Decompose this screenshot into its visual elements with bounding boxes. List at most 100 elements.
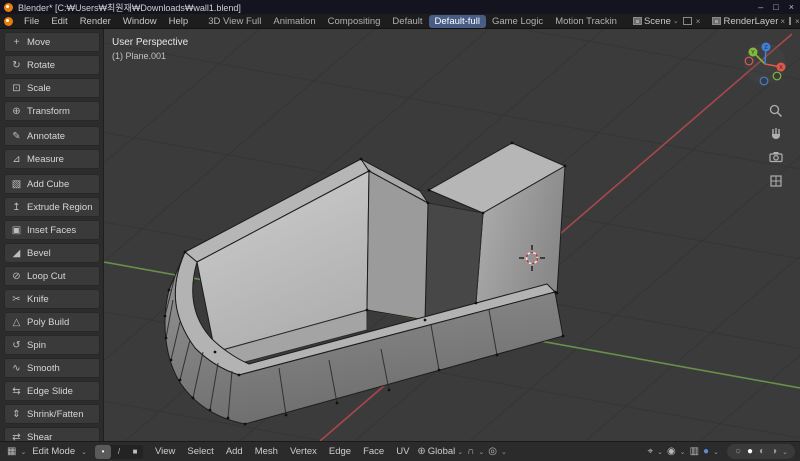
remove-layer-icon[interactable]: × bbox=[778, 17, 787, 26]
maximize-button[interactable]: □ bbox=[773, 2, 778, 12]
editor-type-icon[interactable]: ▦ bbox=[5, 446, 18, 457]
tool-measure[interactable]: ⊿ Measure bbox=[4, 149, 100, 169]
shading-rendered-button[interactable]: ◑ bbox=[768, 446, 780, 457]
menu-uv[interactable]: UV bbox=[390, 446, 415, 457]
gizmo-z-neg bbox=[759, 76, 769, 86]
tool-extrude-region[interactable]: ↥ Extrude Region bbox=[4, 197, 100, 217]
edge-slide-icon: ⇆ bbox=[12, 385, 21, 397]
workspace-tab-default[interactable]: Default bbox=[386, 15, 428, 28]
tool-inset-faces[interactable]: ▣ Inset Faces bbox=[4, 220, 100, 240]
title-bar: Blender* [C:₩Users₩최원재₩Downloads₩wall1.b… bbox=[0, 0, 800, 14]
tool-edge-slide[interactable]: ⇆ Edge Slide bbox=[4, 381, 100, 401]
chevron-down-icon[interactable]: ⌄ bbox=[455, 448, 465, 456]
menu-window[interactable]: Window bbox=[117, 15, 163, 28]
tool-bevel[interactable]: ◢ Bevel bbox=[4, 243, 100, 263]
tool-shrink-fatten[interactable]: ⇕ Shrink/Fatten bbox=[4, 404, 100, 424]
gizmos-toggle-icon[interactable]: ⌖ bbox=[645, 446, 655, 457]
tool-label: Scale bbox=[27, 82, 51, 94]
new-window-icon[interactable] bbox=[789, 17, 792, 25]
tool-add-cube[interactable]: ▧ Add Cube bbox=[4, 174, 100, 194]
new-scene-icon[interactable] bbox=[682, 17, 692, 25]
tool-loop-cut[interactable]: ⊘ Loop Cut bbox=[4, 266, 100, 286]
viewport-canvas[interactable] bbox=[104, 29, 800, 441]
chevron-down-icon[interactable]: ⌄ bbox=[678, 448, 688, 456]
mode-dropdown[interactable]: Edit Mode bbox=[28, 446, 79, 457]
tool-spin[interactable]: ↺ Spin bbox=[4, 335, 100, 355]
camera-icon[interactable] bbox=[768, 149, 784, 165]
chevron-down-icon[interactable]: ⌄ bbox=[79, 448, 89, 456]
tool-rotate[interactable]: ↻ Rotate bbox=[4, 55, 100, 75]
menu-render[interactable]: Render bbox=[74, 15, 117, 28]
wall-mesh[interactable] bbox=[163, 141, 567, 426]
minimize-button[interactable]: – bbox=[758, 2, 763, 12]
xray-toggle-icon[interactable]: ▥ bbox=[688, 446, 701, 457]
chevron-down-icon[interactable]: ⌄ bbox=[655, 448, 665, 456]
chevron-down-icon[interactable]: ⌄ bbox=[780, 448, 790, 456]
tool-knife[interactable]: ✂ Knife bbox=[4, 289, 100, 309]
tool-shear[interactable]: ⇄ Shear bbox=[4, 427, 100, 441]
workspace-tab-motion-tracking[interactable]: Motion Trackin bbox=[549, 15, 623, 28]
snap-magnet-icon[interactable]: ∩ bbox=[465, 446, 476, 457]
tool-poly-build[interactable]: △ Poly Build bbox=[4, 312, 100, 332]
zoom-icon[interactable] bbox=[768, 103, 784, 119]
spin-icon: ↺ bbox=[12, 339, 21, 351]
workspace-tab-compositing[interactable]: Compositing bbox=[322, 15, 387, 28]
tool-label: Shear bbox=[27, 431, 53, 442]
tool-shelf: + Move ↻ Rotate ⊡ Scale ⊕ Transform ✎ Annotat… bbox=[0, 29, 104, 441]
tool-label: Loop Cut bbox=[27, 270, 66, 282]
workspace-tab-game-logic[interactable]: Game Logic bbox=[486, 15, 549, 28]
chevron-down-icon[interactable]: ⌄ bbox=[499, 448, 509, 456]
shading-wireframe-button[interactable]: ○ bbox=[732, 446, 744, 457]
view-perspective-label: User Perspective bbox=[112, 37, 189, 48]
orientation-dropdown[interactable]: Global bbox=[428, 446, 455, 457]
tool-transform[interactable]: ⊕ Transform bbox=[4, 101, 100, 121]
menu-mesh[interactable]: Mesh bbox=[249, 446, 284, 457]
workspace-tab-animation[interactable]: Animation bbox=[267, 15, 321, 28]
tool-smooth[interactable]: ∿ Smooth bbox=[4, 358, 100, 378]
menu-add[interactable]: Add bbox=[220, 446, 249, 457]
tool-scale[interactable]: ⊡ Scale bbox=[4, 78, 100, 98]
navigation-gizmo[interactable]: X Y Z bbox=[742, 41, 788, 87]
menu-face[interactable]: Face bbox=[357, 446, 390, 457]
menu-select[interactable]: Select bbox=[181, 446, 219, 457]
proportional-edit-icon[interactable]: ◎ bbox=[486, 446, 499, 457]
menu-view[interactable]: View bbox=[149, 446, 181, 457]
menu-file[interactable]: File bbox=[18, 15, 45, 28]
smooth-icon: ∿ bbox=[12, 362, 21, 374]
menu-help[interactable]: Help bbox=[163, 15, 195, 28]
shading-solid-button[interactable]: ● bbox=[744, 446, 756, 457]
unlink-scene-icon[interactable]: × bbox=[694, 17, 703, 26]
tool-label: Transform bbox=[27, 105, 70, 117]
chevron-down-icon[interactable]: ⌄ bbox=[476, 448, 486, 456]
shading-material-button[interactable]: ◐ bbox=[756, 446, 768, 457]
close-editor-icon[interactable]: × bbox=[793, 17, 800, 26]
vertex-select-button[interactable]: • bbox=[94, 444, 111, 459]
menu-edit[interactable]: Edit bbox=[45, 15, 73, 28]
chevron-down-icon[interactable]: ⌄ bbox=[711, 448, 721, 456]
workspace-tab-3d-view-full[interactable]: 3D View Full bbox=[202, 15, 267, 28]
overlays-toggle-icon[interactable]: ◉ bbox=[665, 446, 678, 457]
menu-edge[interactable]: Edge bbox=[323, 446, 357, 457]
tool-annotate[interactable]: ✎ Annotate bbox=[4, 126, 100, 146]
chevron-down-icon[interactable]: ⌄ bbox=[671, 17, 681, 25]
close-button[interactable]: × bbox=[789, 2, 794, 12]
tool-label: Add Cube bbox=[27, 178, 70, 190]
ortho-grid-icon[interactable] bbox=[768, 173, 784, 189]
edge-select-button[interactable]: / bbox=[111, 445, 127, 459]
tool-move[interactable]: + Move bbox=[4, 32, 100, 52]
tool-label: Move bbox=[27, 36, 51, 48]
select-mode-group: • / ■ bbox=[94, 444, 143, 459]
chevron-down-icon[interactable]: ⌄ bbox=[18, 448, 28, 456]
shrink-fatten-icon: ⇕ bbox=[12, 408, 21, 420]
menu-vertex[interactable]: Vertex bbox=[284, 446, 323, 457]
pan-hand-icon[interactable] bbox=[768, 125, 784, 141]
workspace-tab-default-full[interactable]: Default-full bbox=[428, 14, 486, 28]
shading-preview-icon[interactable]: ● bbox=[701, 446, 711, 457]
app-menu-icon[interactable] bbox=[4, 16, 13, 26]
tool-label: Bevel bbox=[27, 247, 51, 259]
view-layer-selector[interactable]: RenderLayer × bbox=[710, 16, 787, 27]
tool-label: Inset Faces bbox=[27, 224, 77, 236]
face-select-button[interactable]: ■ bbox=[127, 445, 143, 459]
scene-selector[interactable]: Scene ⌄ × bbox=[631, 16, 702, 27]
viewport-3d[interactable]: User Perspective (1) Plane.001 X Y Z bbox=[104, 29, 800, 441]
